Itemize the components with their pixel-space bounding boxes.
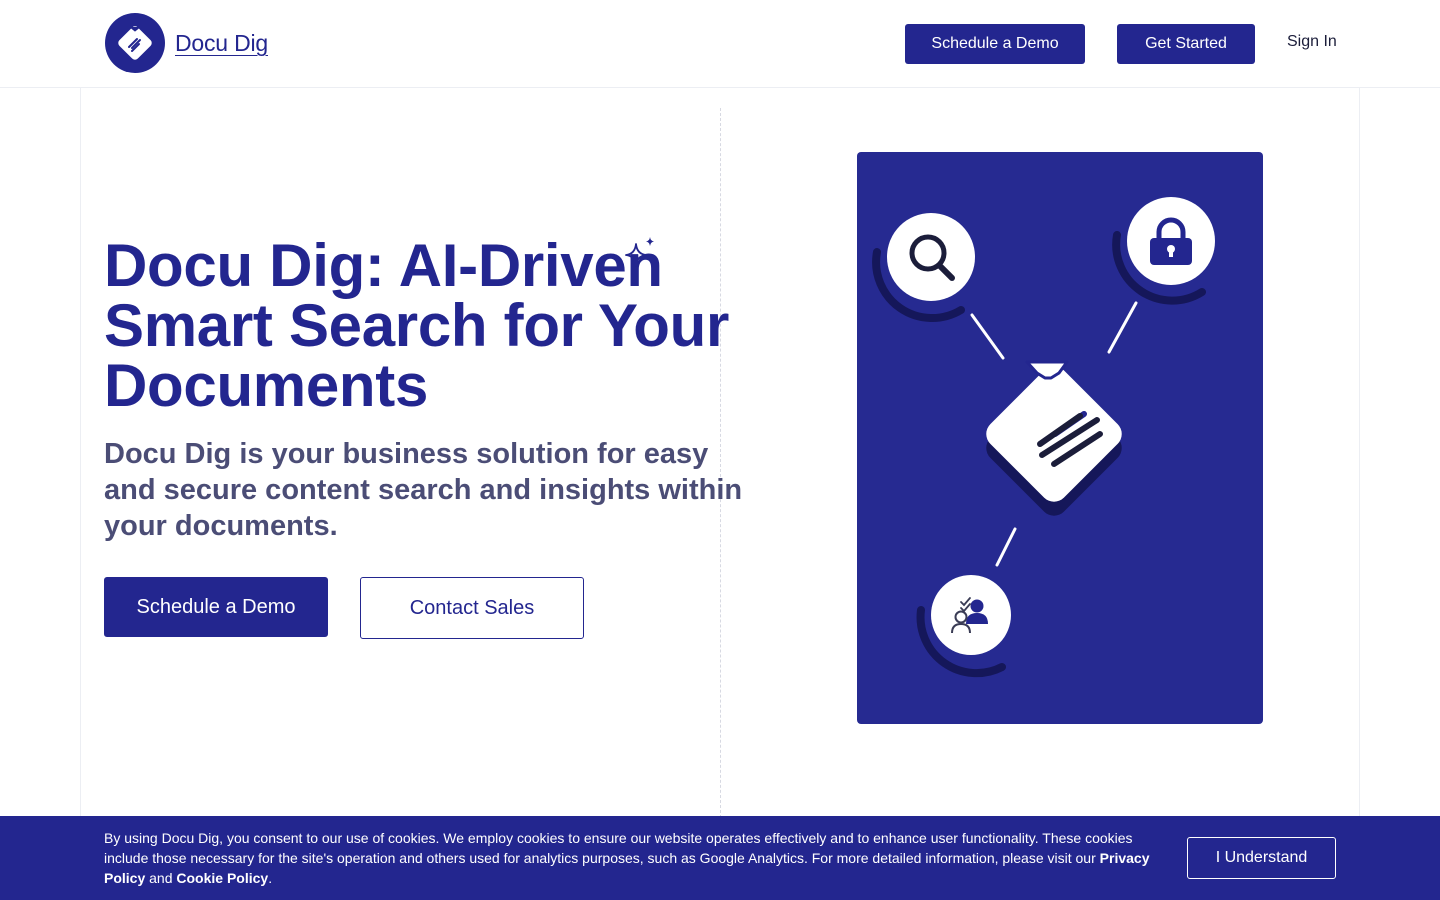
contact-sales-button[interactable]: Contact Sales	[360, 577, 584, 639]
hero-illustration	[857, 152, 1263, 724]
hero-subtitle: Docu Dig is your business solution for e…	[104, 438, 743, 542]
cookie-and-text: and	[145, 870, 177, 886]
docu-dig-logo-icon	[105, 13, 165, 73]
cookie-text: By using Docu Dig, you consent to our us…	[104, 830, 1133, 866]
logo-text[interactable]: Docu Dig	[175, 30, 268, 57]
site-header: Docu Dig Schedule a Demo Get Started Sig…	[0, 0, 1440, 88]
schedule-demo-nav-button[interactable]: Schedule a Demo	[905, 24, 1085, 64]
frame-border-right	[1359, 88, 1360, 828]
get-started-button[interactable]: Get Started	[1117, 24, 1255, 64]
sparkle-icon	[625, 237, 654, 267]
accept-cookies-button[interactable]: I Understand	[1187, 837, 1336, 879]
logo-link[interactable]: Docu Dig	[104, 12, 268, 74]
cookie-period: .	[268, 870, 273, 886]
lock-node	[1112, 197, 1215, 305]
sign-in-link[interactable]: Sign In	[1287, 33, 1337, 51]
cookie-policy-link[interactable]: Cookie Policy	[176, 870, 268, 886]
cookie-message: By using Docu Dig, you consent to our us…	[104, 828, 1154, 888]
schedule-demo-button[interactable]: Schedule a Demo	[104, 577, 328, 637]
illustration-graphic	[872, 197, 1215, 678]
users-node	[916, 575, 1011, 678]
search-node	[872, 213, 975, 323]
document-icon	[986, 360, 1122, 516]
frame-border-left	[80, 88, 81, 828]
